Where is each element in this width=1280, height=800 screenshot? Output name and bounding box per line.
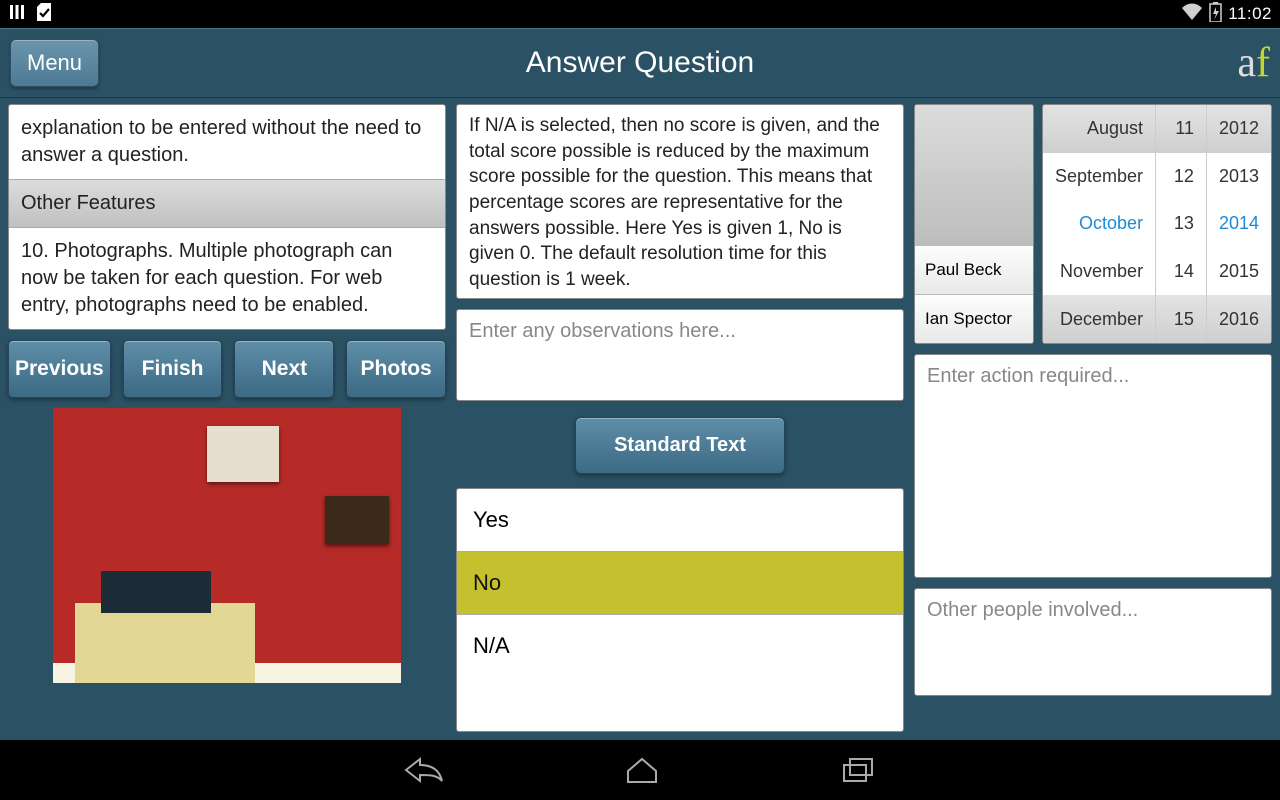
answer-spacer — [457, 677, 903, 732]
answer-no[interactable]: No — [457, 551, 903, 614]
people-list[interactable]: Paul Beck Ian Spector — [914, 104, 1034, 344]
previous-button[interactable]: Previous — [8, 340, 111, 398]
photos-button[interactable]: Photos — [346, 340, 446, 398]
photo-thumbnail[interactable] — [53, 408, 401, 683]
wifi-icon — [1181, 3, 1203, 26]
people-spacer — [915, 105, 1033, 245]
back-icon[interactable] — [404, 756, 444, 784]
question-truncated-text: explanation to be entered without the ne… — [9, 105, 445, 179]
year-option[interactable]: 2012 — [1206, 105, 1271, 153]
month-option[interactable]: September — [1043, 153, 1155, 201]
month-option[interactable]: August — [1043, 105, 1155, 153]
clock: 11:02 — [1228, 4, 1272, 24]
middle-column: If N/A is selected, then no score is giv… — [456, 104, 904, 732]
checklist-icon — [34, 2, 54, 27]
page-title: Answer Question — [526, 46, 754, 80]
answer-yes[interactable]: Yes — [457, 489, 903, 551]
year-option[interactable]: 2016 — [1206, 295, 1271, 343]
next-button[interactable]: Next — [234, 340, 334, 398]
home-icon[interactable] — [624, 756, 660, 784]
answer-na[interactable]: N/A — [457, 614, 903, 677]
title-bar: Menu Answer Question af — [0, 28, 1280, 98]
other-people-input[interactable]: Other people involved... — [914, 588, 1272, 696]
day-option[interactable]: 14 — [1155, 248, 1206, 296]
recent-apps-icon[interactable] — [840, 756, 876, 784]
year-option[interactable]: 2013 — [1206, 153, 1271, 201]
android-status-bar: 11:02 — [0, 0, 1280, 28]
section-header: Other Features — [9, 179, 445, 228]
month-option[interactable]: November — [1043, 248, 1155, 296]
observations-input[interactable]: Enter any observations here... — [456, 309, 904, 401]
day-selected[interactable]: 13 — [1155, 200, 1206, 248]
question-info: If N/A is selected, then no score is giv… — [456, 104, 904, 299]
finish-button[interactable]: Finish — [123, 340, 223, 398]
question-panel: explanation to be entered without the ne… — [8, 104, 446, 330]
android-nav-bar — [0, 740, 1280, 800]
left-column: explanation to be entered without the ne… — [8, 104, 446, 732]
people-item[interactable]: Ian Spector — [915, 294, 1033, 343]
year-selected[interactable]: 2014 — [1206, 200, 1271, 248]
content-area: explanation to be entered without the ne… — [0, 98, 1280, 740]
nav-buttons: Previous Finish Next Photos — [8, 340, 446, 398]
year-option[interactable]: 2015 — [1206, 248, 1271, 296]
day-option[interactable]: 15 — [1155, 295, 1206, 343]
people-item[interactable]: Paul Beck — [915, 245, 1033, 294]
question-body: 10. Photographs. Multiple photograph can… — [9, 228, 445, 329]
action-required-input[interactable]: Enter action required... — [914, 354, 1272, 578]
battery-icon — [1209, 2, 1222, 27]
month-selected[interactable]: October — [1043, 200, 1155, 248]
month-option[interactable]: December — [1043, 295, 1155, 343]
date-picker[interactable]: August September October November Decemb… — [1042, 104, 1272, 344]
day-option[interactable]: 11 — [1155, 105, 1206, 153]
brand-logo: af — [1237, 42, 1270, 84]
answer-list: Yes No N/A — [456, 488, 904, 732]
day-option[interactable]: 12 — [1155, 153, 1206, 201]
notification-icon — [8, 3, 26, 26]
right-column: Paul Beck Ian Spector August September O… — [914, 104, 1272, 732]
menu-button[interactable]: Menu — [10, 39, 99, 87]
standard-text-button[interactable]: Standard Text — [575, 417, 785, 474]
